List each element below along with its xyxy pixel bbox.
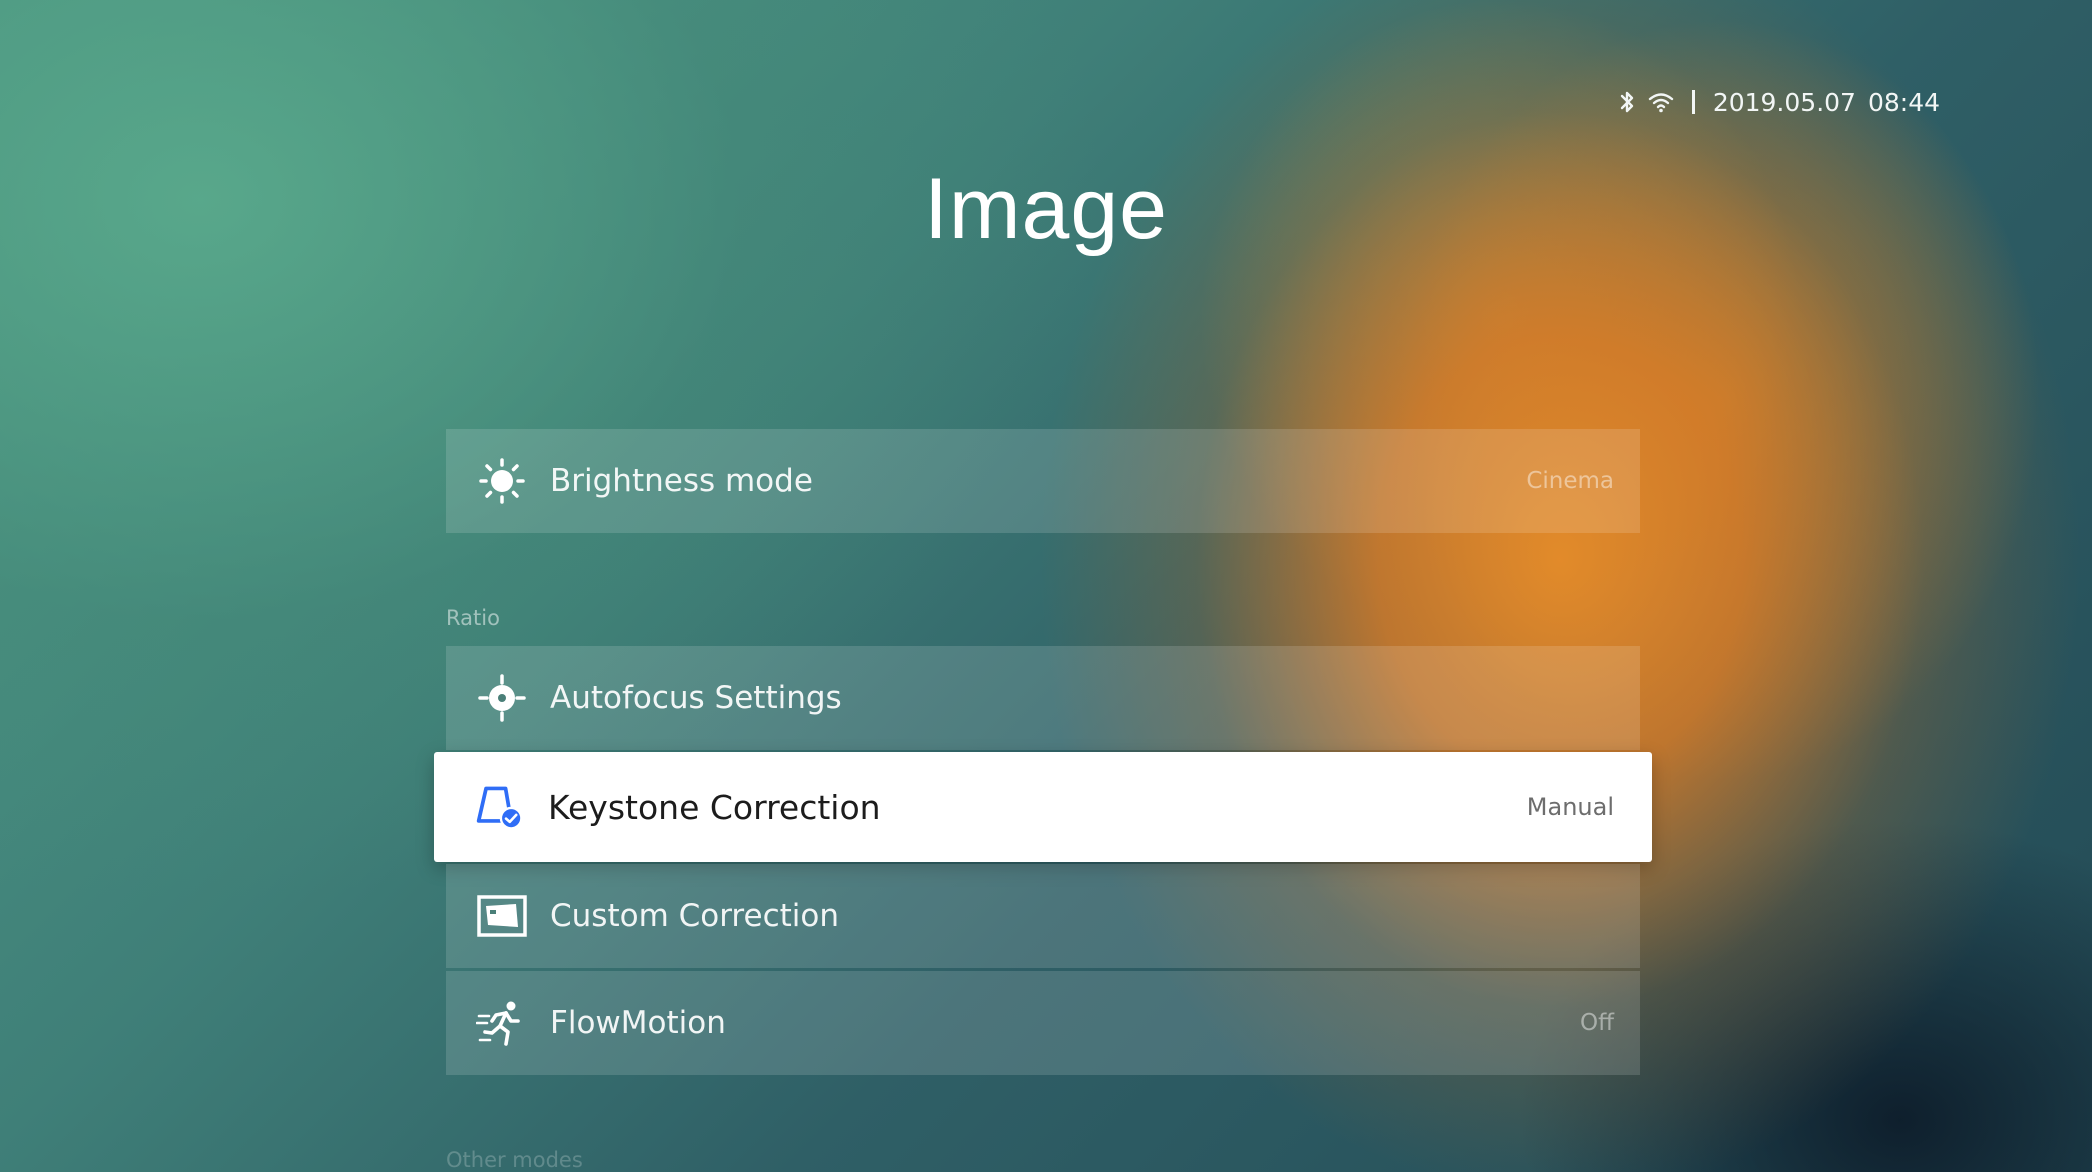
- keystone-icon: [474, 781, 526, 833]
- menu-item-label: Autofocus Settings: [550, 680, 842, 716]
- status-date: 2019.05.07: [1712, 87, 1856, 117]
- menu-item-label: Custom Correction: [550, 898, 839, 934]
- menu-item-label: Brightness mode: [550, 463, 813, 499]
- status-bar: 2019.05.07 08:44: [1618, 82, 1940, 122]
- bluetooth-icon: [1618, 89, 1636, 115]
- section-label-ratio: Ratio: [446, 606, 500, 630]
- menu-item-keystone-correction[interactable]: Keystone Correction Manual: [434, 752, 1652, 862]
- menu-item-value: Manual: [1526, 793, 1614, 821]
- running-figure-icon: [476, 997, 528, 1049]
- menu-item-label: Keystone Correction: [548, 787, 881, 827]
- menu-item-flowmotion[interactable]: FlowMotion Off: [446, 971, 1640, 1075]
- section-label-other-modes: Other modes: [446, 1148, 583, 1172]
- menu-item-value: Cinema: [1526, 468, 1614, 494]
- sun-icon: [476, 455, 528, 507]
- page-title: Image: [923, 161, 1169, 257]
- menu-item-custom-correction[interactable]: Custom Correction: [446, 864, 1640, 968]
- status-divider: [1691, 90, 1695, 114]
- menu-item-autofocus-settings[interactable]: Autofocus Settings: [446, 646, 1640, 750]
- menu-item-value: Off: [1580, 1010, 1614, 1036]
- menu-item-label: FlowMotion: [550, 1005, 726, 1041]
- custom-correction-icon: [476, 890, 528, 942]
- wifi-icon: [1648, 91, 1674, 113]
- status-time: 08:44: [1867, 87, 1940, 117]
- menu-item-brightness-mode[interactable]: Brightness mode Cinema: [446, 429, 1640, 533]
- focus-target-icon: [476, 672, 528, 724]
